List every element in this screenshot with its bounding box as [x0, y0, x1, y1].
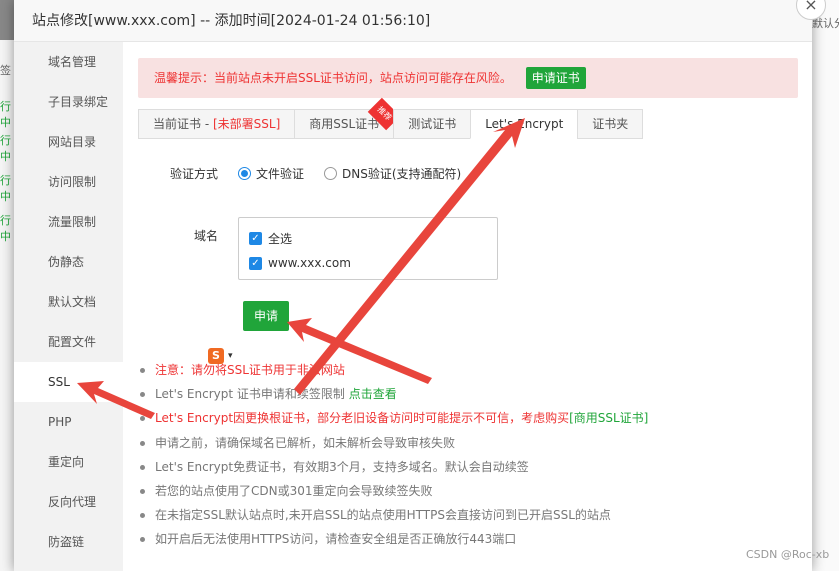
note-text: Let's Encrypt因更换根证书，部分老旧设备访问时可能提示不可信，考虑购…	[155, 411, 570, 426]
radio-label: DNS验证(支持通配符)	[342, 167, 462, 181]
radio-dns-verify[interactable]: DNS验证(支持通配符)	[324, 165, 461, 182]
sidebar-item-access-limit[interactable]: 访问限制	[14, 162, 123, 202]
checkbox-checked-icon: ✓	[249, 256, 262, 270]
checkbox-label: www.xxx.com	[268, 256, 351, 270]
background-page-right: 默认分	[812, 0, 839, 571]
sidebar-item-default-doc[interactable]: 默认文档	[14, 282, 123, 322]
list-item: Let's Encrypt免费证书，有效期3个月，支持多域名。默认会自动续签	[138, 455, 808, 479]
cert-status: [未部署SSL]	[212, 117, 281, 131]
warning-text: 温馨提示：当前站点未开启SSL证书访问，站点访问可能存在风险。	[154, 71, 512, 85]
list-item: 注意：请勿将SSL证书用于非法网站	[138, 358, 808, 382]
ssl-warning-banner: 温馨提示：当前站点未开启SSL证书访问，站点访问可能存在风险。 申请证书	[138, 58, 798, 98]
sidebar-item-rewrite[interactable]: 伪静态	[14, 242, 123, 282]
list-item: Let's Encrypt因更换根证书，部分老旧设备访问时可能提示不可信，考虑购…	[138, 406, 808, 430]
list-item: 如开启后无法使用HTTPS访问，请检查安全组是否正确放行443端口	[138, 527, 808, 551]
tab-letsencrypt[interactable]: Let's Encrypt	[470, 109, 579, 139]
sidebar-item-site-dir[interactable]: 网站目录	[14, 122, 123, 162]
background-label: 行中	[0, 134, 11, 163]
background-label: 行中	[0, 214, 11, 243]
site-edit-dialog: 站点修改[www.xxx.com] -- 添加时间[2024-01-24 01:…	[14, 0, 826, 571]
checkbox-select-all[interactable]: ✓ 全选	[249, 230, 292, 247]
sidebar-item-php[interactable]: PHP	[14, 402, 123, 442]
tab-commercial-ssl[interactable]: 商用SSL证书 推荐	[294, 97, 401, 139]
checkbox-checked-icon: ✓	[249, 232, 262, 245]
radio-file-verify[interactable]: 文件验证	[238, 165, 304, 182]
tab-cert-folder[interactable]: 证书夹	[577, 109, 644, 139]
background-page-left: 签 行中 行中 行中 行中	[0, 40, 14, 571]
sidebar: 域名管理 子目录绑定 网站目录 访问限制 流量限制 伪静态 默认文档 配置文件 …	[14, 42, 123, 571]
domain-label: 域名	[193, 229, 218, 243]
sidebar-item-reverse-proxy[interactable]: 反向代理	[14, 482, 123, 522]
sidebar-item-traffic-limit[interactable]: 流量限制	[14, 202, 123, 242]
commercial-ssl-link[interactable]: [商用SSL证书]	[569, 411, 648, 425]
list-item: 若您的站点使用了CDN或301重定向会导致续签失败	[138, 479, 808, 503]
ssl-tabs: 当前证书 - [未部署SSL] 商用SSL证书 推荐 测试证书 Let's En…	[138, 97, 644, 139]
dialog-title: 站点修改[www.xxx.com] -- 添加时间[2024-01-24 01:…	[14, 0, 812, 42]
watermark: CSDN @Roc-xb	[746, 548, 830, 561]
list-item: Let's Encrypt 证书申请和续签限制 点击查看	[138, 382, 808, 406]
sidebar-item-config[interactable]: 配置文件	[14, 322, 123, 362]
tab-test-cert[interactable]: 测试证书	[393, 109, 472, 139]
tab-current-cert[interactable]: 当前证书 - [未部署SSL]	[138, 109, 296, 139]
radio-label: 文件验证	[256, 167, 305, 181]
notes-list: 注意：请勿将SSL证书用于非法网站 Let's Encrypt 证书申请和续签限…	[138, 358, 808, 552]
sidebar-item-ssl[interactable]: SSL	[14, 362, 123, 402]
verify-method-label: 验证方式	[169, 167, 218, 181]
sidebar-item-subdir[interactable]: 子目录绑定	[14, 82, 123, 122]
tab-label: 当前证书 -	[153, 117, 213, 131]
background-label: 行中	[0, 174, 11, 203]
background-label: 行中	[0, 100, 11, 129]
background-label: 签	[0, 64, 11, 77]
sidebar-item-domain[interactable]: 域名管理	[14, 42, 123, 82]
apply-cert-button[interactable]: 申请证书	[525, 67, 586, 89]
radio-checked-icon	[238, 167, 251, 180]
checkbox-domain[interactable]: ✓ www.xxx.com	[249, 256, 351, 270]
sidebar-item-redirect[interactable]: 重定向	[14, 442, 123, 482]
apply-button[interactable]: 申请	[243, 301, 289, 331]
domain-list: ✓ 全选 ✓ www.xxx.com	[238, 217, 498, 280]
list-item: 在未指定SSL默认站点时,未开启SSL的站点使用HTTPS会直接访问到已开启SS…	[138, 503, 808, 527]
checkbox-label: 全选	[268, 232, 293, 246]
note-text: Let's Encrypt 证书申请和续签限制	[155, 387, 349, 402]
radio-unchecked-icon	[324, 167, 337, 180]
ssl-panel: 温馨提示：当前站点未开启SSL证书访问，站点访问可能存在风险。 申请证书 当前证…	[123, 42, 812, 571]
sidebar-item-hotlink[interactable]: 防盗链	[14, 522, 123, 562]
tab-label: 商用SSL证书	[309, 117, 380, 131]
view-limits-link[interactable]: 点击查看	[349, 387, 397, 401]
list-item: 申请之前，请确保域名已解析，如未解析会导致审核失败	[138, 431, 808, 455]
